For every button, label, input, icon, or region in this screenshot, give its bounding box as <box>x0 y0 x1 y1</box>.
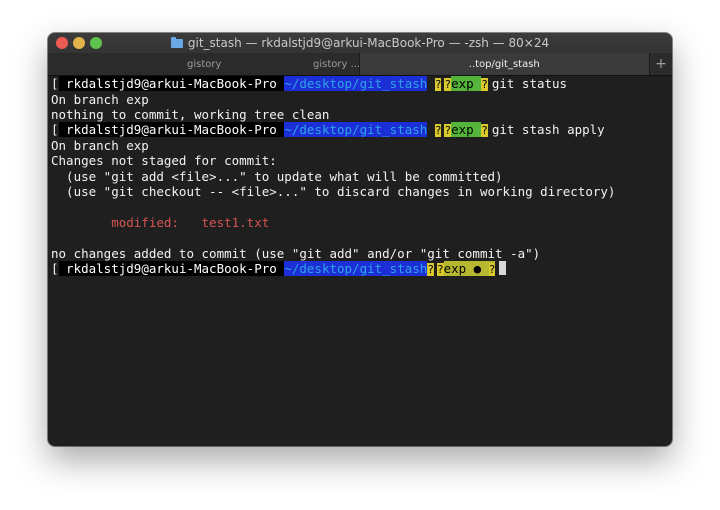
prompt-line: [ rkdalstjd9@arkui-MacBook-Pro ~/desktop… <box>51 122 605 137</box>
tab-bar: gistory gistory ... ..top/git_stash + <box>48 53 672 76</box>
prompt-line: [ rkdalstjd9@arkui-MacBook-Pro ~/desktop… <box>51 76 567 91</box>
window-title-wrap: git_stash — rkdalstjd9@arkui-MacBook-Pro… <box>48 33 672 53</box>
prompt-bracket: [ <box>51 76 59 91</box>
prompt-branch: exp <box>451 122 474 137</box>
terminal-output[interactable]: [ rkdalstjd9@arkui-MacBook-Pro ~/desktop… <box>51 76 669 442</box>
output-line: (use "git checkout -- <file>..." to disc… <box>51 184 616 199</box>
tab-label: ..top/git_stash <box>468 58 540 70</box>
new-tab-button[interactable]: + <box>650 53 672 75</box>
tab-gistory[interactable]: gistory gistory ... <box>48 53 360 75</box>
modified-file-line: modified: test1.txt <box>51 215 270 230</box>
output-line: On branch exp <box>51 92 149 107</box>
output-line: nothing to commit, working tree clean <box>51 107 330 122</box>
prompt-question-icon: ? <box>481 78 488 91</box>
prompt-branch: exp <box>451 76 474 91</box>
prompt-question-icon: ? <box>481 124 488 137</box>
prompt-branch: exp ● ? <box>443 261 496 276</box>
output-line: On branch exp <box>51 138 149 153</box>
prompt-question-icon: ? <box>427 263 434 276</box>
prompt-bracket: [ <box>51 122 59 137</box>
tab-git-stash[interactable]: ..top/git_stash <box>359 53 651 75</box>
output-line: Changes not staged for commit: <box>51 153 277 168</box>
terminal-window: git_stash — rkdalstjd9@arkui-MacBook-Pro… <box>48 33 672 446</box>
output-line: no changes added to commit (use "git add… <box>51 246 541 261</box>
title-bar[interactable]: git_stash — rkdalstjd9@arkui-MacBook-Pro… <box>48 33 672 53</box>
prompt-path: ~/desktop/git_stash <box>284 261 428 276</box>
plus-icon: + <box>655 56 667 72</box>
prompt-path: ~/desktop/git_stash <box>284 122 428 137</box>
cursor <box>499 261 507 275</box>
output-line: (use "git add <file>..." to update what … <box>51 169 503 184</box>
command-text: git status <box>491 76 568 91</box>
prompt-bracket: [ <box>51 261 59 276</box>
command-text: git stash apply <box>491 122 605 137</box>
prompt-user: rkdalstjd9@arkui-MacBook-Pro <box>58 122 285 137</box>
prompt-question-icon: ? <box>434 78 442 91</box>
prompt-question-icon: ? <box>434 124 442 137</box>
prompt-user: rkdalstjd9@arkui-MacBook-Pro <box>58 76 285 91</box>
window-title: git_stash — rkdalstjd9@arkui-MacBook-Pro… <box>187 36 550 50</box>
prompt-user: rkdalstjd9@arkui-MacBook-Pro <box>58 261 285 276</box>
dirty-dot-icon: ● <box>473 261 482 276</box>
folder-icon <box>170 36 183 48</box>
prompt-line: [ rkdalstjd9@arkui-MacBook-Pro ~/desktop… <box>51 261 507 276</box>
prompt-question-icon: ? <box>488 263 496 276</box>
prompt-question-icon: ? <box>436 263 444 276</box>
tab-label: gistory ... <box>313 58 360 70</box>
prompt-path: ~/desktop/git_stash <box>284 76 428 91</box>
tab-label: gistory <box>187 58 222 70</box>
